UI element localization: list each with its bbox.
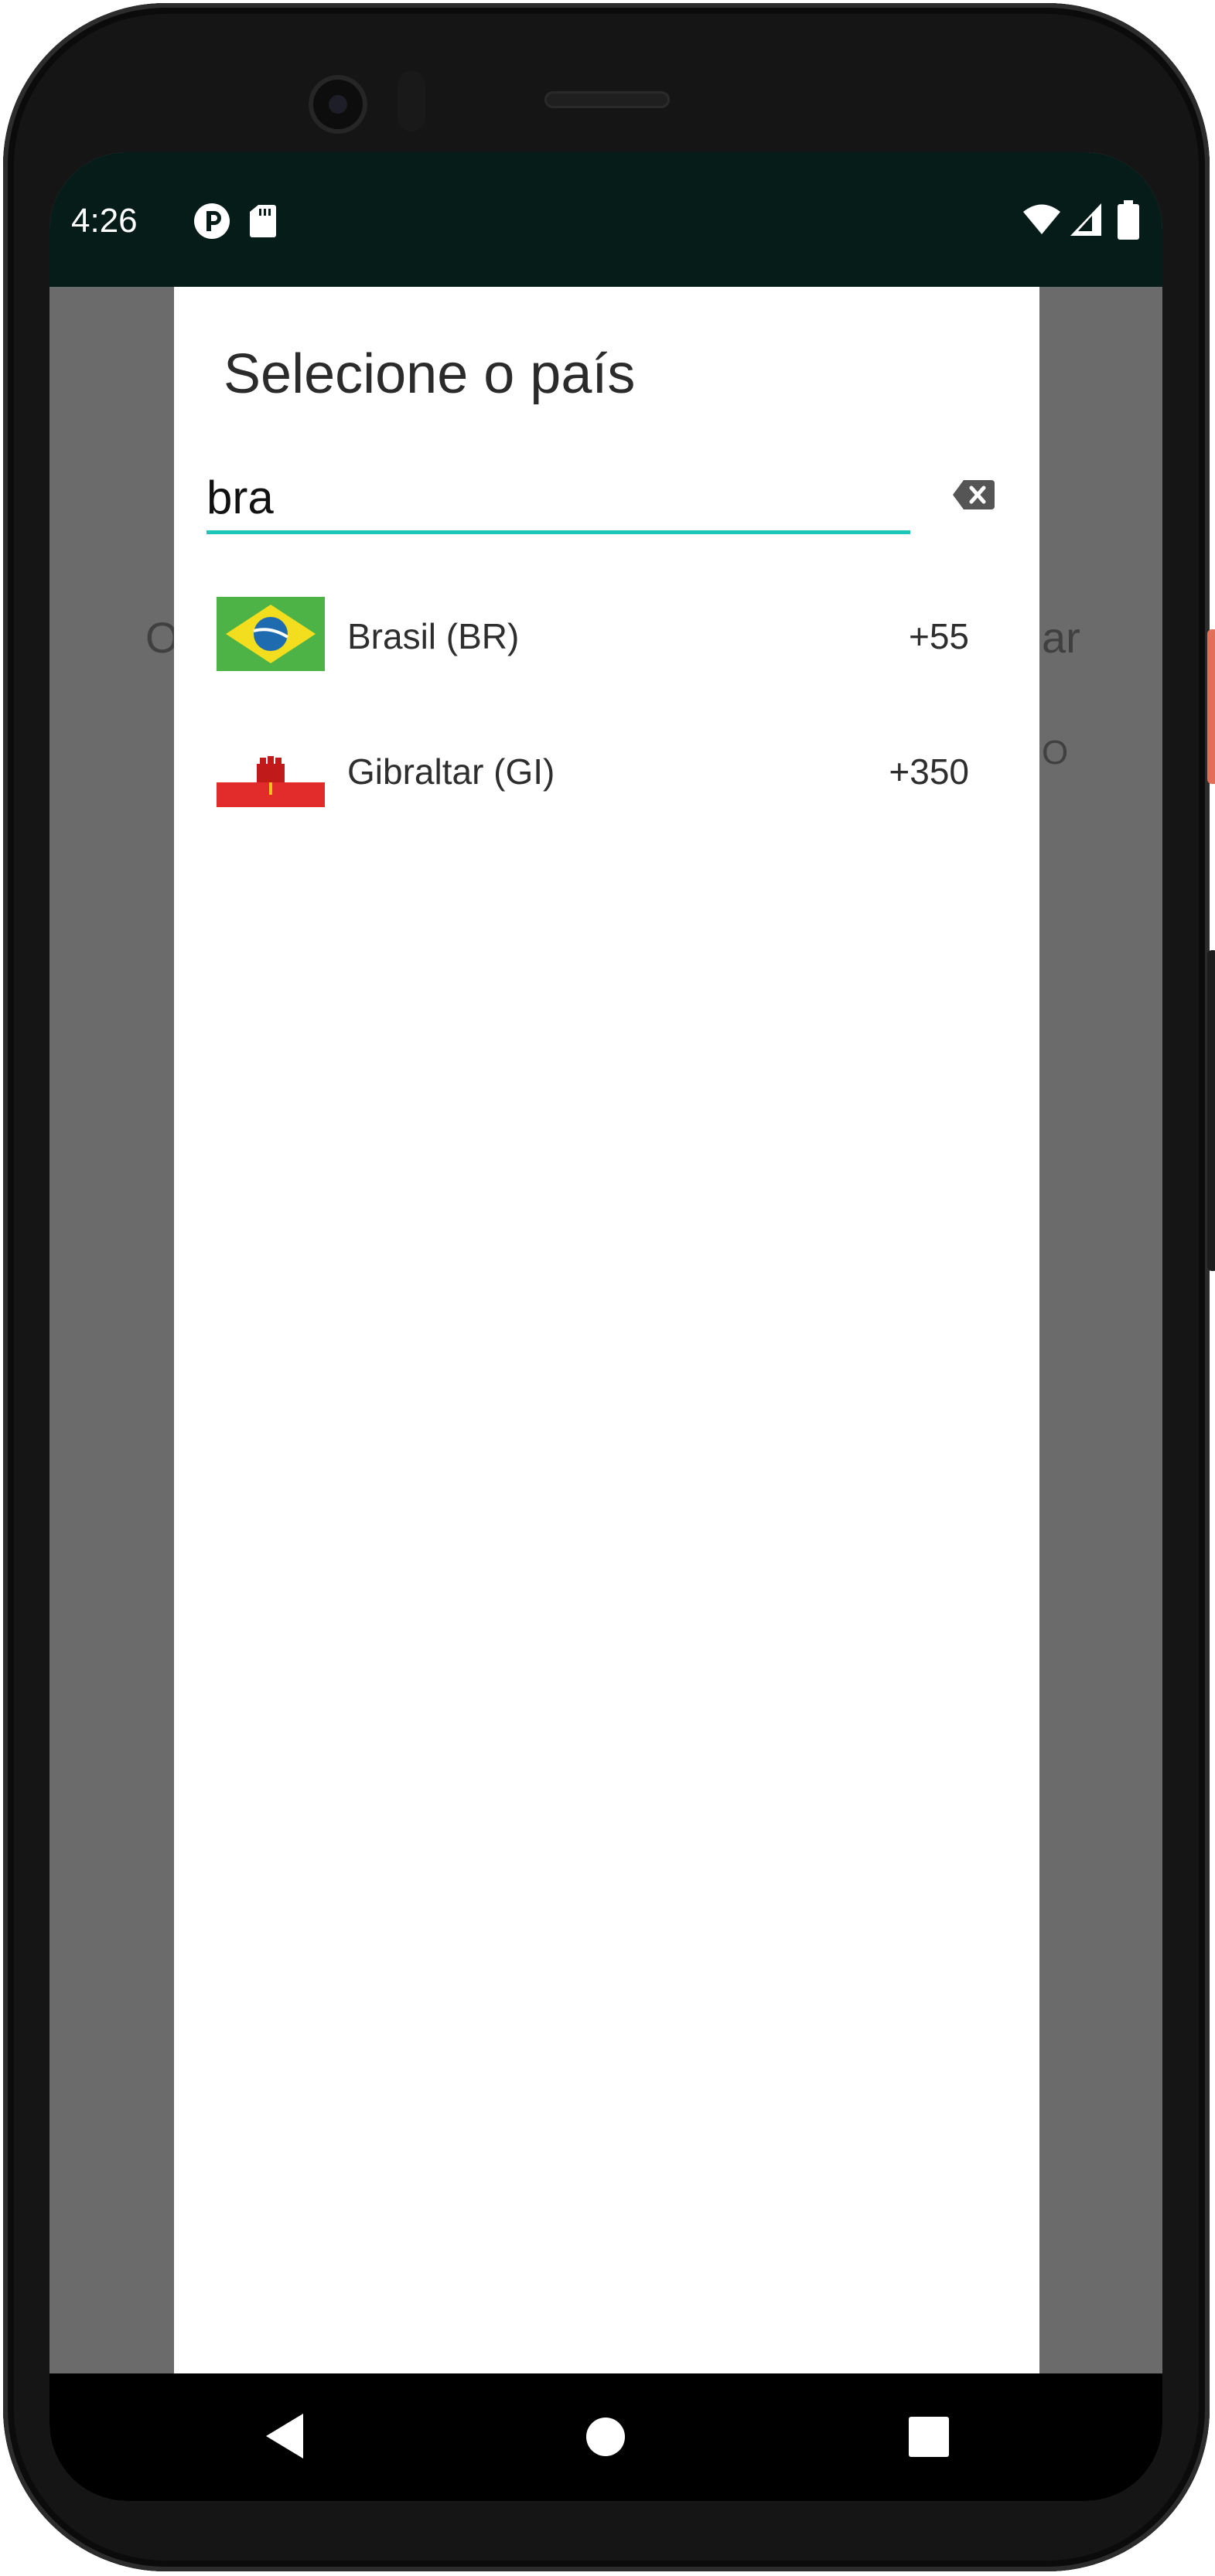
- country-search-input[interactable]: bra: [206, 465, 910, 534]
- power-button: [1207, 629, 1215, 784]
- country-row-gibraltar[interactable]: Gibraltar (GI) +350: [174, 714, 1039, 849]
- background-text-right-2: O: [1042, 734, 1069, 772]
- background-text-right: ar: [1042, 613, 1080, 662]
- back-icon[interactable]: [263, 2412, 306, 2460]
- volume-button: [1207, 950, 1215, 1271]
- home-icon[interactable]: [585, 2416, 626, 2458]
- country-dial-code: +55: [908, 616, 969, 656]
- country-name: Gibraltar (GI): [347, 751, 555, 792]
- battery-icon: [1118, 200, 1139, 240]
- country-picker-dialog: Selecione o país bra Brasil (BR) +55 Gib…: [174, 287, 1039, 2501]
- earpiece-speaker: [544, 91, 670, 108]
- dialog-title: Selecione o país: [224, 343, 636, 405]
- screen: 4:26 O ar O Selecione o país bra Brasil …: [49, 152, 1162, 2501]
- country-name: Brasil (BR): [347, 616, 520, 656]
- status-bar: 4:26: [49, 152, 1162, 287]
- navigation-bar: [49, 2373, 1162, 2501]
- recents-icon[interactable]: [908, 2416, 950, 2458]
- proximity-sensor: [398, 71, 425, 131]
- country-dial-code: +350: [889, 751, 969, 792]
- country-row-brazil[interactable]: Brasil (BR) +55: [174, 578, 1039, 714]
- search-input-value[interactable]: bra: [206, 471, 274, 524]
- backspace-clear-icon[interactable]: [951, 479, 996, 511]
- app-notification-icon: [194, 203, 230, 239]
- brazil-flag-icon: [217, 597, 325, 671]
- front-camera: [309, 75, 367, 134]
- status-time: 4:26: [71, 202, 138, 240]
- cellular-signal-icon: [1070, 203, 1101, 236]
- phone-frame: 4:26 O ar O Selecione o país bra Brasil …: [3, 3, 1215, 2571]
- wifi-icon: [1023, 204, 1060, 234]
- sd-card-icon: [250, 205, 276, 237]
- gibraltar-flag-icon: [217, 733, 325, 807]
